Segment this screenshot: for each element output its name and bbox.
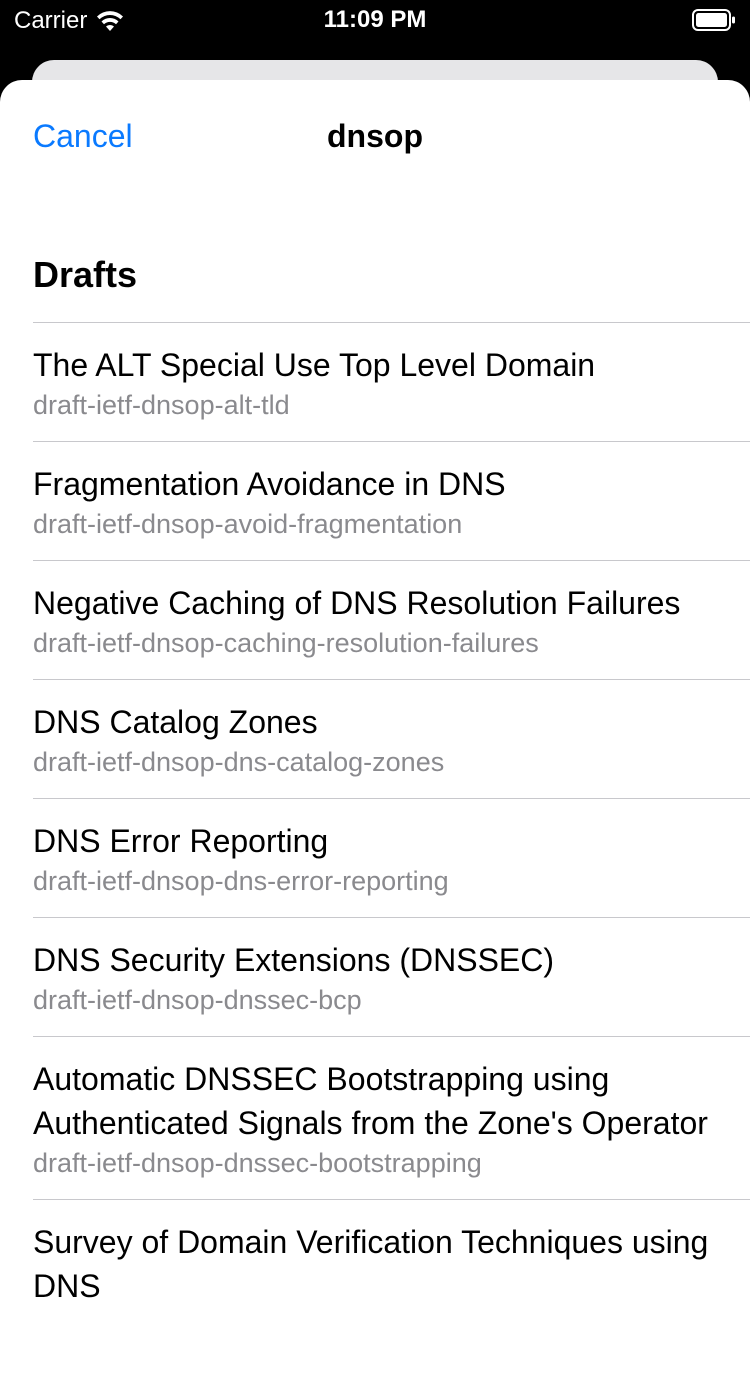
draft-title: Survey of Domain Verification Techniques… <box>33 1224 709 1304</box>
list-item[interactable]: DNS Catalog Zones draft-ietf-dnsop-dns-c… <box>33 679 750 798</box>
draft-name: draft-ietf-dnsop-dns-error-reporting <box>33 866 449 896</box>
draft-name: draft-ietf-dnsop-dns-catalog-zones <box>33 747 445 777</box>
list-item[interactable]: Negative Caching of DNS Resolution Failu… <box>33 560 750 679</box>
list-item[interactable]: DNS Error Reporting draft-ietf-dnsop-dns… <box>33 798 750 917</box>
draft-title: DNS Error Reporting <box>33 823 329 859</box>
list-item[interactable]: Automatic DNSSEC Bootstrapping using Aut… <box>33 1036 750 1199</box>
list-item[interactable]: Survey of Domain Verification Techniques… <box>33 1199 750 1326</box>
section-header-drafts: Drafts <box>33 254 138 295</box>
draft-title: The ALT Special Use Top Level Domain <box>33 347 596 383</box>
list-item[interactable]: Fragmentation Avoidance in DNS draft-iet… <box>33 441 750 560</box>
draft-name: draft-ietf-dnsop-dnssec-bcp <box>33 985 362 1015</box>
draft-title: DNS Security Extensions (DNSSEC) <box>33 942 555 978</box>
battery-icon <box>692 9 736 31</box>
list-item[interactable]: DNS Security Extensions (DNSSEC) draft-i… <box>33 917 750 1036</box>
navigation-bar: Cancel dnsop <box>0 80 750 190</box>
draft-name: draft-ietf-dnsop-alt-tld <box>33 390 290 420</box>
list-item[interactable]: The ALT Special Use Top Level Domain dra… <box>33 322 750 441</box>
draft-name: draft-ietf-dnsop-caching-resolution-fail… <box>33 628 539 658</box>
draft-title: Negative Caching of DNS Resolution Failu… <box>33 585 681 621</box>
status-time: 11:09 PM <box>323 6 427 33</box>
draft-title: DNS Catalog Zones <box>33 704 318 740</box>
draft-name: draft-ietf-dnsop-dnssec-bootstrapping <box>33 1148 482 1178</box>
draft-title: Automatic DNSSEC Bootstrapping using Aut… <box>33 1061 708 1141</box>
draft-title: Fragmentation Avoidance in DNS <box>33 466 506 502</box>
draft-name: draft-ietf-dnsop-avoid-fragmentation <box>33 509 463 539</box>
status-bar: Carrier 11:09 PM <box>0 0 750 44</box>
drafts-list: The ALT Special Use Top Level Domain dra… <box>0 322 750 1326</box>
page-title: dnsop <box>327 118 423 154</box>
modal-sheet: Cancel dnsop Drafts The ALT Special Use … <box>0 80 750 1380</box>
